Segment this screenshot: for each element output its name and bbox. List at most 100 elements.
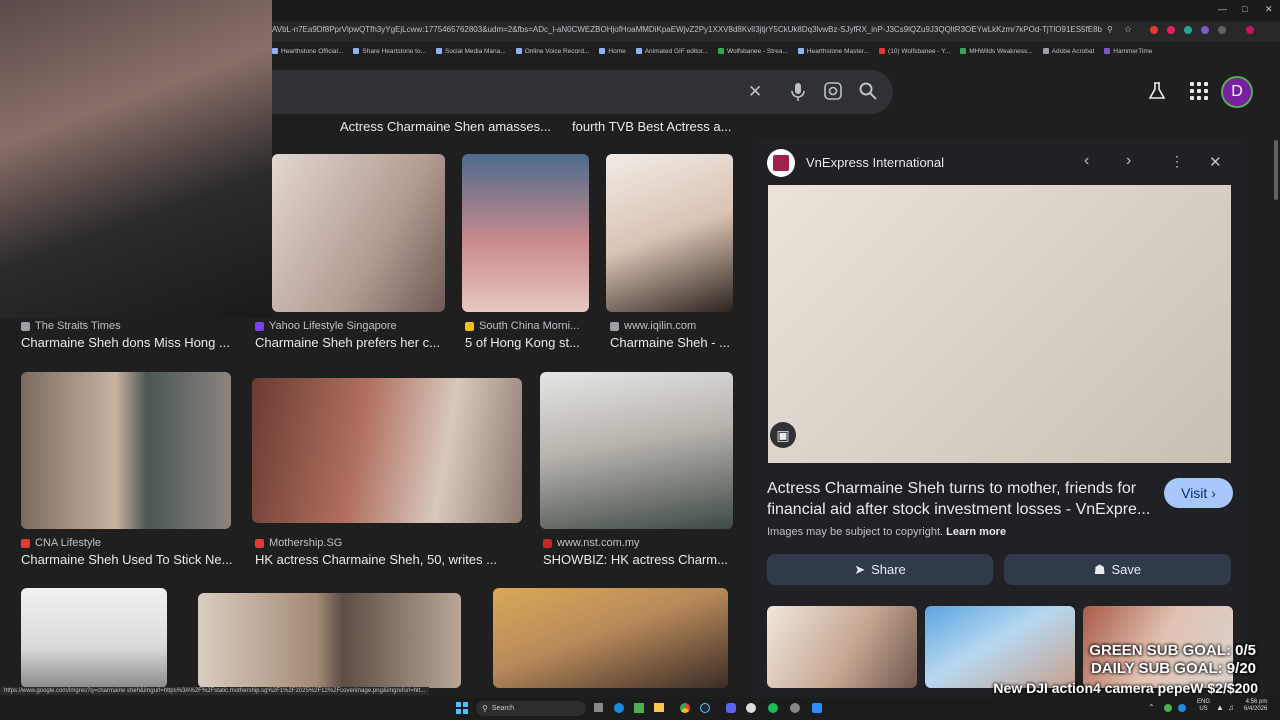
image-thumbnail[interactable] bbox=[252, 378, 522, 523]
extensions-puzzle-icon[interactable] bbox=[1218, 26, 1226, 34]
close-panel-icon[interactable]: ✕ bbox=[1209, 153, 1222, 171]
zoom-icon[interactable]: ⚲ bbox=[1107, 25, 1115, 34]
bookmark-item[interactable]: Adobe Acrobat bbox=[1042, 48, 1094, 55]
language-indicator[interactable]: ENG US bbox=[1197, 699, 1210, 713]
visit-button[interactable]: Visit › bbox=[1164, 478, 1233, 508]
bookmark-item[interactable]: Hearthstone Official... bbox=[272, 48, 343, 55]
lens-search-icon[interactable]: ▣ bbox=[770, 422, 796, 448]
spotify-icon[interactable] bbox=[768, 703, 778, 713]
labs-icon[interactable] bbox=[1148, 82, 1166, 105]
learn-more-link[interactable]: Learn more bbox=[946, 526, 1006, 538]
obs-icon[interactable] bbox=[746, 703, 756, 713]
chevron-up-icon[interactable]: ⌃ bbox=[1148, 703, 1155, 712]
site-favicon-icon bbox=[543, 538, 552, 548]
discord-icon[interactable] bbox=[726, 703, 736, 713]
image-source[interactable]: CNA Lifestyle bbox=[21, 537, 101, 549]
image-caption[interactable]: Actress Charmaine Shen amasses... bbox=[340, 119, 550, 134]
save-button[interactable]: ☗ Save bbox=[1004, 554, 1231, 585]
image-thumbnail[interactable] bbox=[493, 588, 728, 688]
chrome-icon[interactable] bbox=[680, 703, 690, 713]
image-source[interactable]: Yahoo Lifestyle Singapore bbox=[255, 320, 397, 332]
image-thumbnail[interactable] bbox=[21, 588, 167, 688]
bookmark-item[interactable]: HammerTime bbox=[1104, 48, 1152, 55]
app-icon[interactable] bbox=[790, 703, 800, 713]
image-thumbnail[interactable] bbox=[21, 372, 231, 529]
extension-icon[interactable] bbox=[1167, 26, 1175, 34]
image-caption[interactable]: Charmaine Sheh Used To Stick Ne... bbox=[21, 552, 235, 567]
image-source[interactable]: South China Morni... bbox=[465, 320, 579, 332]
image-caption[interactable]: HK actress Charmaine Sheh, 50, writes ..… bbox=[255, 552, 530, 567]
image-caption[interactable]: SHOWBIZ: HK actress Charm... bbox=[543, 552, 735, 567]
taskbar-search[interactable]: ⚲ Search bbox=[476, 701, 586, 716]
bookmark-item[interactable]: Online Voice Record... bbox=[515, 48, 589, 55]
previous-icon[interactable]: ‹ bbox=[1084, 152, 1089, 170]
related-image[interactable] bbox=[767, 606, 917, 688]
url-text[interactable]: AVbL-n7Ea9Df8PprVlpwQTfh3yYgEjLcww:17754… bbox=[272, 25, 1102, 34]
bookmark-icon bbox=[435, 48, 442, 54]
file-explorer-icon[interactable] bbox=[654, 703, 664, 712]
image-thumbnail[interactable] bbox=[462, 154, 589, 312]
bookmark-item[interactable]: Hearthstone Master... bbox=[797, 48, 869, 55]
bookmark-item[interactable]: Home bbox=[599, 48, 626, 55]
search-icon[interactable] bbox=[859, 82, 877, 105]
task-view-icon[interactable] bbox=[594, 703, 603, 712]
apps-icon[interactable] bbox=[1190, 82, 1208, 100]
more-options-icon[interactable]: ⋮ bbox=[1170, 153, 1184, 170]
profile-icon[interactable] bbox=[1246, 26, 1254, 34]
bookmark-item[interactable]: Share Heartstone to... bbox=[353, 48, 426, 55]
image-caption[interactable]: 5 of Hong Kong st... bbox=[465, 335, 595, 350]
image-thumbnail[interactable] bbox=[198, 593, 461, 688]
tray-icon[interactable] bbox=[1178, 704, 1186, 712]
preview-image[interactable] bbox=[768, 185, 1231, 463]
image-caption[interactable]: fourth TVB Best Actress a... bbox=[572, 119, 737, 134]
maximize-icon[interactable]: □ bbox=[1242, 4, 1247, 14]
edge-icon[interactable] bbox=[614, 703, 624, 713]
site-favicon-icon bbox=[21, 538, 30, 548]
zoom-app-icon[interactable] bbox=[812, 703, 822, 713]
bookmark-item[interactable]: MHWilds Weakness... bbox=[960, 48, 1033, 55]
bookmark-icon bbox=[353, 48, 360, 54]
image-source[interactable]: The Straits Times bbox=[21, 320, 121, 332]
clock[interactable]: 4:56 pm 6/4/2026 bbox=[1244, 699, 1267, 713]
image-source[interactable]: www.iqilin.com bbox=[610, 320, 696, 332]
extension-icon[interactable] bbox=[1184, 26, 1192, 34]
window-close-icon[interactable]: ✕ bbox=[1265, 4, 1273, 15]
avatar[interactable]: D bbox=[1221, 76, 1253, 108]
volume-icon[interactable]: ♫ bbox=[1228, 703, 1234, 712]
image-source[interactable]: Mothership.SG bbox=[255, 537, 342, 549]
bookmark-icon bbox=[960, 48, 967, 54]
image-caption[interactable]: Charmaine Sheh prefers her c... bbox=[255, 335, 445, 350]
bookmark-item[interactable]: Animated GIF editor... bbox=[635, 48, 708, 55]
scrollbar[interactable] bbox=[1274, 140, 1278, 200]
minimize-icon[interactable]: — bbox=[1218, 4, 1227, 14]
panel-source-name[interactable]: VnExpress International bbox=[806, 155, 944, 170]
lens-icon[interactable] bbox=[824, 82, 842, 105]
extension-icon[interactable] bbox=[1150, 26, 1158, 34]
bookmark-icon bbox=[635, 48, 642, 54]
bookmark-star-icon[interactable]: ☆ bbox=[1124, 24, 1132, 34]
status-url: https://www.google.com/imgres?q=charmain… bbox=[0, 687, 430, 695]
panel-title[interactable]: Actress Charmaine Sheh turns to mother, … bbox=[767, 478, 1157, 520]
bookmark-item[interactable]: Wolfsbanee - Strea... bbox=[717, 48, 788, 55]
image-caption[interactable]: Charmaine Sheh - ... bbox=[610, 335, 735, 350]
bookmark-item[interactable]: Social Media Mana... bbox=[435, 48, 506, 55]
extension-icon[interactable] bbox=[1201, 26, 1209, 34]
windows-start-icon[interactable] bbox=[456, 702, 468, 714]
image-source[interactable]: www.nst.com.my bbox=[543, 537, 640, 549]
mic-icon[interactable] bbox=[790, 82, 806, 107]
app-icon[interactable] bbox=[634, 703, 644, 713]
site-favicon-icon bbox=[255, 321, 264, 331]
wifi-icon[interactable]: ▲ bbox=[1216, 703, 1224, 712]
image-thumbnail[interactable] bbox=[606, 154, 733, 312]
image-thumbnail[interactable] bbox=[272, 154, 445, 312]
steam-icon[interactable] bbox=[700, 703, 710, 713]
image-thumbnail[interactable] bbox=[540, 372, 733, 529]
close-icon[interactable]: ✕ bbox=[748, 82, 762, 102]
image-caption[interactable]: Charmaine Sheh dons Miss Hong ... bbox=[21, 335, 235, 350]
bookmark-icon bbox=[879, 48, 886, 54]
bookmark-item[interactable]: (10) Wolfsbanee - Y... bbox=[879, 48, 950, 55]
site-favicon-icon bbox=[21, 321, 30, 331]
tray-icon[interactable] bbox=[1164, 704, 1172, 712]
next-icon[interactable]: › bbox=[1126, 152, 1131, 170]
share-button[interactable]: ➤ Share bbox=[767, 554, 993, 585]
